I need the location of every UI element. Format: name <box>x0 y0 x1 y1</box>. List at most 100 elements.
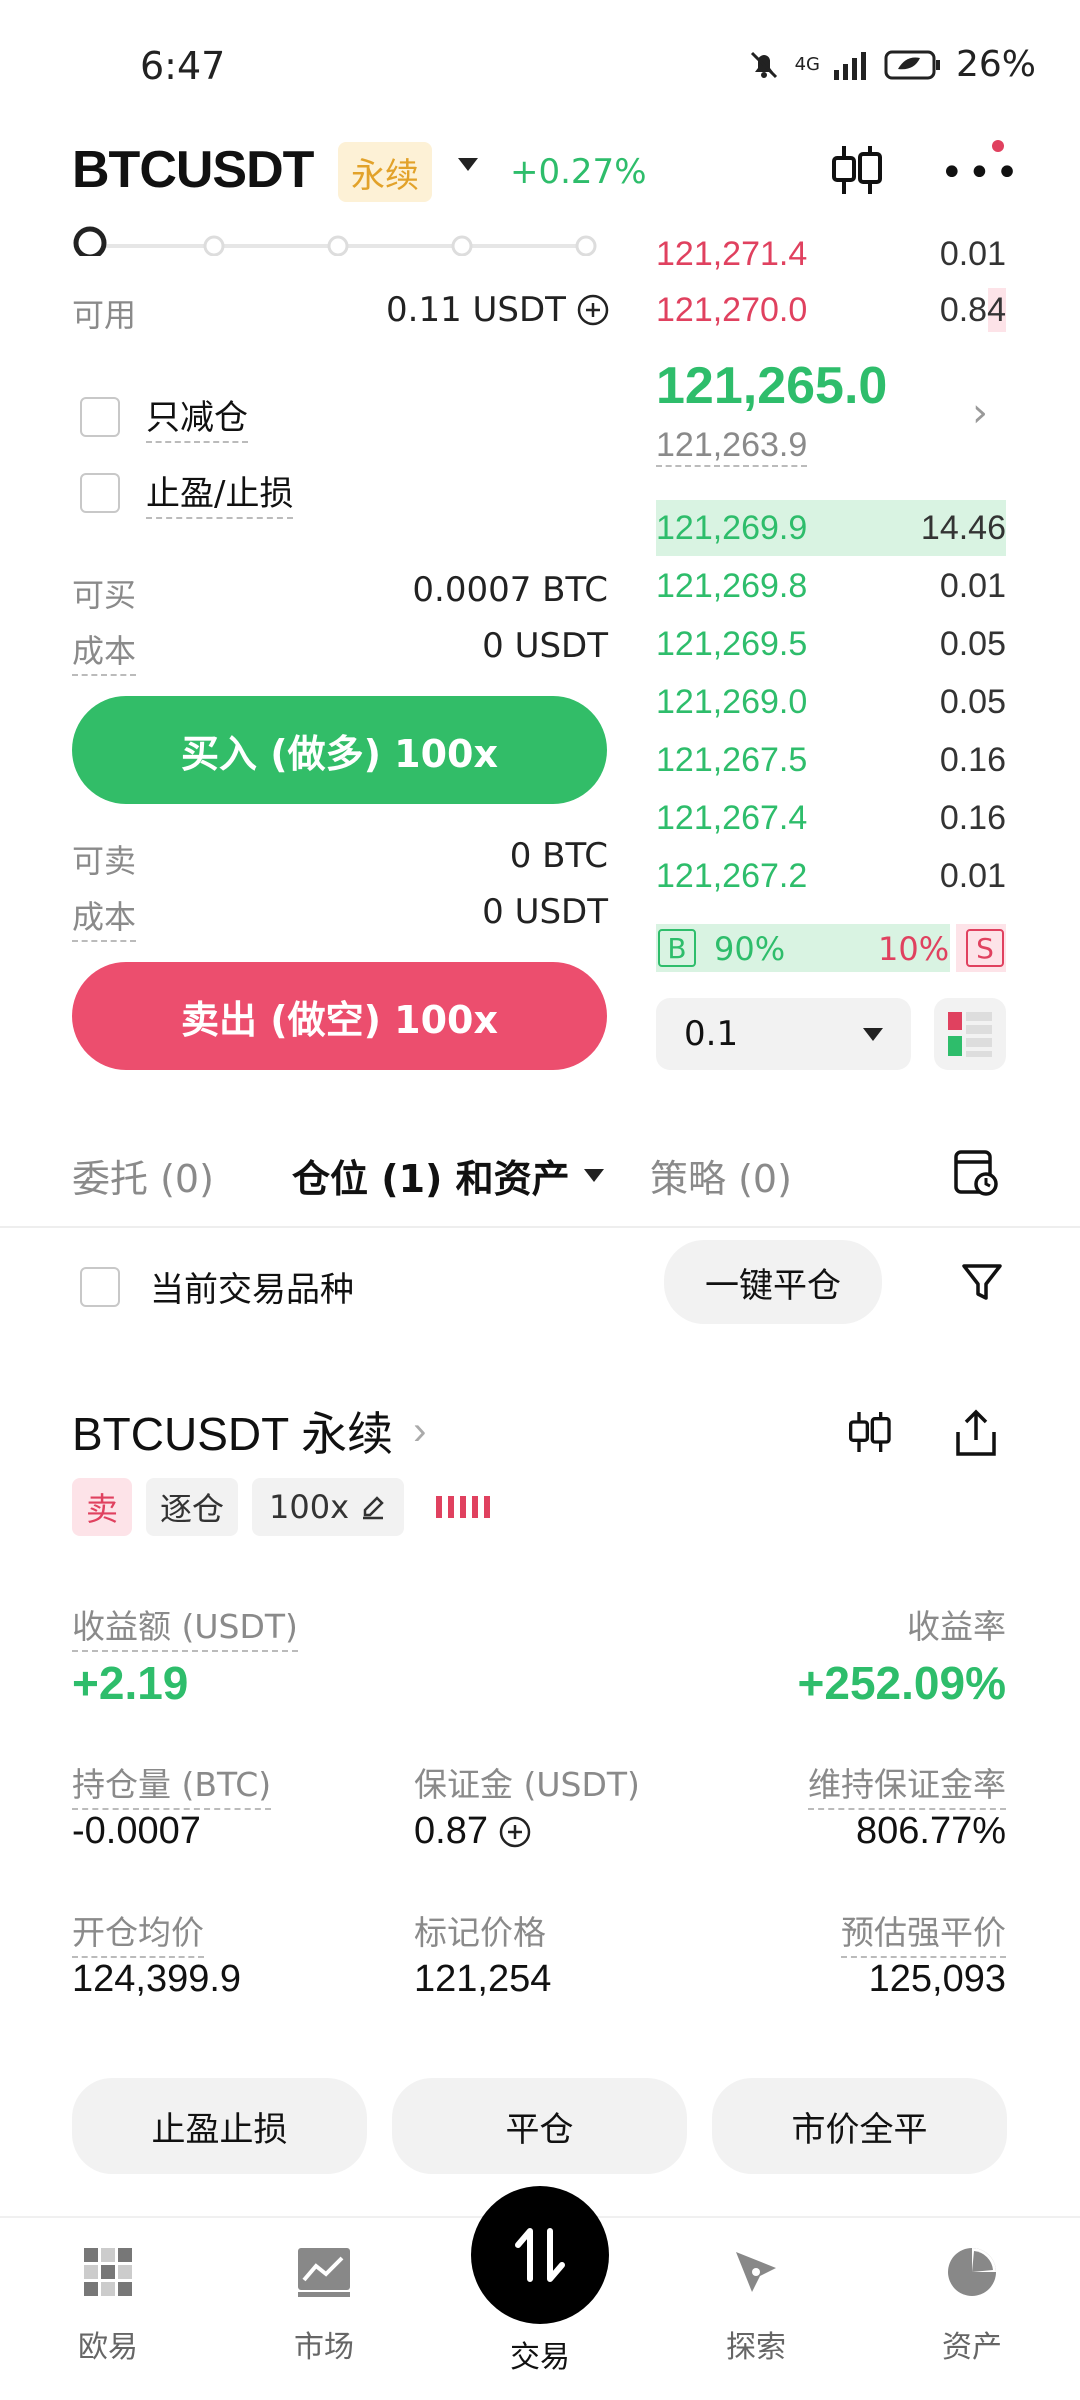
size-label: 持仓量 (BTC) <box>72 1758 272 1810</box>
bid-qty: 0.05 <box>939 682 1006 721</box>
margin-value: 0.87 <box>414 1810 488 1852</box>
orderbook-layout-icon[interactable] <box>934 998 1006 1070</box>
ask-qty: 0.01 <box>939 234 1006 273</box>
close-position-button[interactable]: 平仓 <box>392 2078 687 2174</box>
tab-positions[interactable]: 仓位 (1) 和资产 <box>292 1148 604 1203</box>
entry-price-value: 124,399.9 <box>72 1958 242 2000</box>
tp-sl-label: 止盈/止损 <box>146 466 294 519</box>
bid-row[interactable]: 121,269.8 0.01 <box>656 558 1006 614</box>
bid-price: 121,267.2 <box>656 856 808 895</box>
nav-trade[interactable]: 交易 <box>470 2186 610 2376</box>
bid-qty: 0.16 <box>939 798 1006 837</box>
close-all-button[interactable]: 一键平仓 <box>664 1240 882 1324</box>
tp-sl-checkbox[interactable] <box>80 472 120 513</box>
position-title[interactable]: BTCUSDT 永续 › <box>72 1398 427 1464</box>
nav-home[interactable]: 欧易 <box>38 2246 178 2366</box>
order-history-icon[interactable] <box>952 1146 1000 1196</box>
buy-long-button[interactable]: 买入 (做多) 100x <box>72 696 607 804</box>
nav-discover[interactable]: 探索 <box>686 2246 826 2366</box>
nav-home-label: 欧易 <box>78 2330 138 2365</box>
position-symbol: BTCUSDT 永续 <box>72 1408 394 1460</box>
leverage-value: 100x <box>268 1488 349 1526</box>
sell-cost-value: 0 USDT <box>482 892 608 932</box>
tab-positions-label: 仓位 (1) 和资产 <box>292 1157 570 1201</box>
chevron-right-icon: › <box>413 1408 427 1453</box>
buy-badge: B <box>658 929 696 967</box>
candlestick-chart-icon[interactable] <box>826 140 886 200</box>
battery-percent: 26% <box>955 44 1036 85</box>
battery-icon <box>884 50 940 79</box>
ask-row[interactable]: 121,270.0 0.84 <box>656 282 1006 338</box>
leverage-slider[interactable] <box>72 226 602 256</box>
entry-price-label: 开仓均价 <box>72 1906 204 1958</box>
bid-row[interactable]: 121,267.5 0.16 <box>656 732 1006 788</box>
perpetual-badge: 永续 <box>338 142 432 202</box>
roi-value: +252.09% <box>797 1657 1006 1709</box>
mark-price: 121,263.9 <box>656 426 808 467</box>
tab-strategy[interactable]: 策略 (0) <box>650 1148 792 1203</box>
caret-down-icon <box>863 1027 883 1041</box>
chevron-right-icon[interactable]: › <box>972 390 988 436</box>
nav-trade-label: 交易 <box>510 2340 570 2375</box>
depth-value: 0.1 <box>684 1014 739 1054</box>
sell-badge: S <box>966 929 1004 967</box>
size-value: -0.0007 <box>72 1810 201 1852</box>
pnl-value: +2.19 <box>72 1657 189 1709</box>
ask-row[interactable]: 121,271.4 0.01 <box>656 226 1006 282</box>
bid-row[interactable]: 121,269.0 0.05 <box>656 674 1006 730</box>
ask-qty: 0.84 <box>939 290 1006 329</box>
more-menu-icon[interactable]: ••• <box>940 153 1023 193</box>
market-close-all-button[interactable]: 市价全平 <box>712 2078 1007 2174</box>
bid-price: 121,267.5 <box>656 740 808 779</box>
tp-sl-button[interactable]: 止盈止损 <box>72 2078 367 2174</box>
bid-price: 121,269.8 <box>656 566 808 605</box>
status-icons: 4G 26% <box>747 44 1036 85</box>
liq-price-value: 125,093 <box>868 1958 1006 2000</box>
can-sell-label: 可卖 <box>72 842 137 880</box>
buy-sell-ratio-bar: B 90% 10% S <box>656 924 1006 972</box>
pie-chart-icon <box>948 2248 996 2296</box>
reduce-only-checkbox[interactable] <box>80 396 120 437</box>
compass-icon <box>736 2252 776 2292</box>
trade-swap-icon <box>471 2186 609 2324</box>
buy-ratio: 90% <box>714 930 786 968</box>
leverage-tag[interactable]: 100x <box>252 1478 404 1536</box>
tabs-divider <box>0 1226 1080 1228</box>
nav-assets-label: 资产 <box>942 2330 1002 2365</box>
nav-markets[interactable]: 市场 <box>254 2246 394 2366</box>
bid-price: 121,269.5 <box>656 624 808 663</box>
symbol-dropdown-icon[interactable] <box>458 158 478 171</box>
depth-precision-select[interactable]: 0.1 <box>656 998 911 1070</box>
bid-price: 121,269.0 <box>656 682 808 721</box>
add-margin-icon[interactable] <box>498 1815 532 1849</box>
mark-price-label: 标记价格 <box>414 1913 546 1952</box>
tab-orders[interactable]: 委托 (0) <box>72 1148 214 1203</box>
bid-price: 121,269.9 <box>656 508 808 547</box>
share-icon[interactable] <box>952 1408 1000 1458</box>
bid-qty: 0.05 <box>939 624 1006 663</box>
mmr-value: 806.77% <box>855 1810 1006 1852</box>
buy-cost-label: 成本 <box>72 626 137 676</box>
sell-cost-label: 成本 <box>72 892 137 942</box>
margin-label: 保证金 (USDT) <box>414 1765 640 1804</box>
current-symbol-checkbox[interactable] <box>80 1266 120 1307</box>
bid-row[interactable]: 121,267.4 0.16 <box>656 790 1006 846</box>
nav-markets-label: 市场 <box>294 2330 354 2365</box>
last-price: 121,265.0 <box>656 357 888 415</box>
add-funds-icon[interactable] <box>576 293 610 327</box>
bid-row[interactable]: 121,269.9 14.46 <box>656 500 1006 556</box>
available-label: 可用 <box>72 296 137 334</box>
reduce-only-label: 只减仓 <box>146 390 248 443</box>
okx-logo-icon <box>84 2248 132 2296</box>
bid-row[interactable]: 121,267.2 0.01 <box>656 848 1006 904</box>
candlestick-chart-icon[interactable] <box>844 1406 894 1458</box>
nav-assets[interactable]: 资产 <box>902 2246 1042 2366</box>
side-tag: 卖 <box>72 1478 132 1536</box>
sell-short-button[interactable]: 卖出 (做空) 100x <box>72 962 607 1070</box>
available-value: 0.11 USDT <box>386 290 566 330</box>
bid-row[interactable]: 121,269.5 0.05 <box>656 616 1006 672</box>
signal-label: 4G <box>794 53 820 75</box>
symbol-title[interactable]: BTCUSDT <box>72 140 314 200</box>
sell-ratio: 10% <box>878 930 950 968</box>
filter-icon[interactable] <box>960 1260 1004 1304</box>
